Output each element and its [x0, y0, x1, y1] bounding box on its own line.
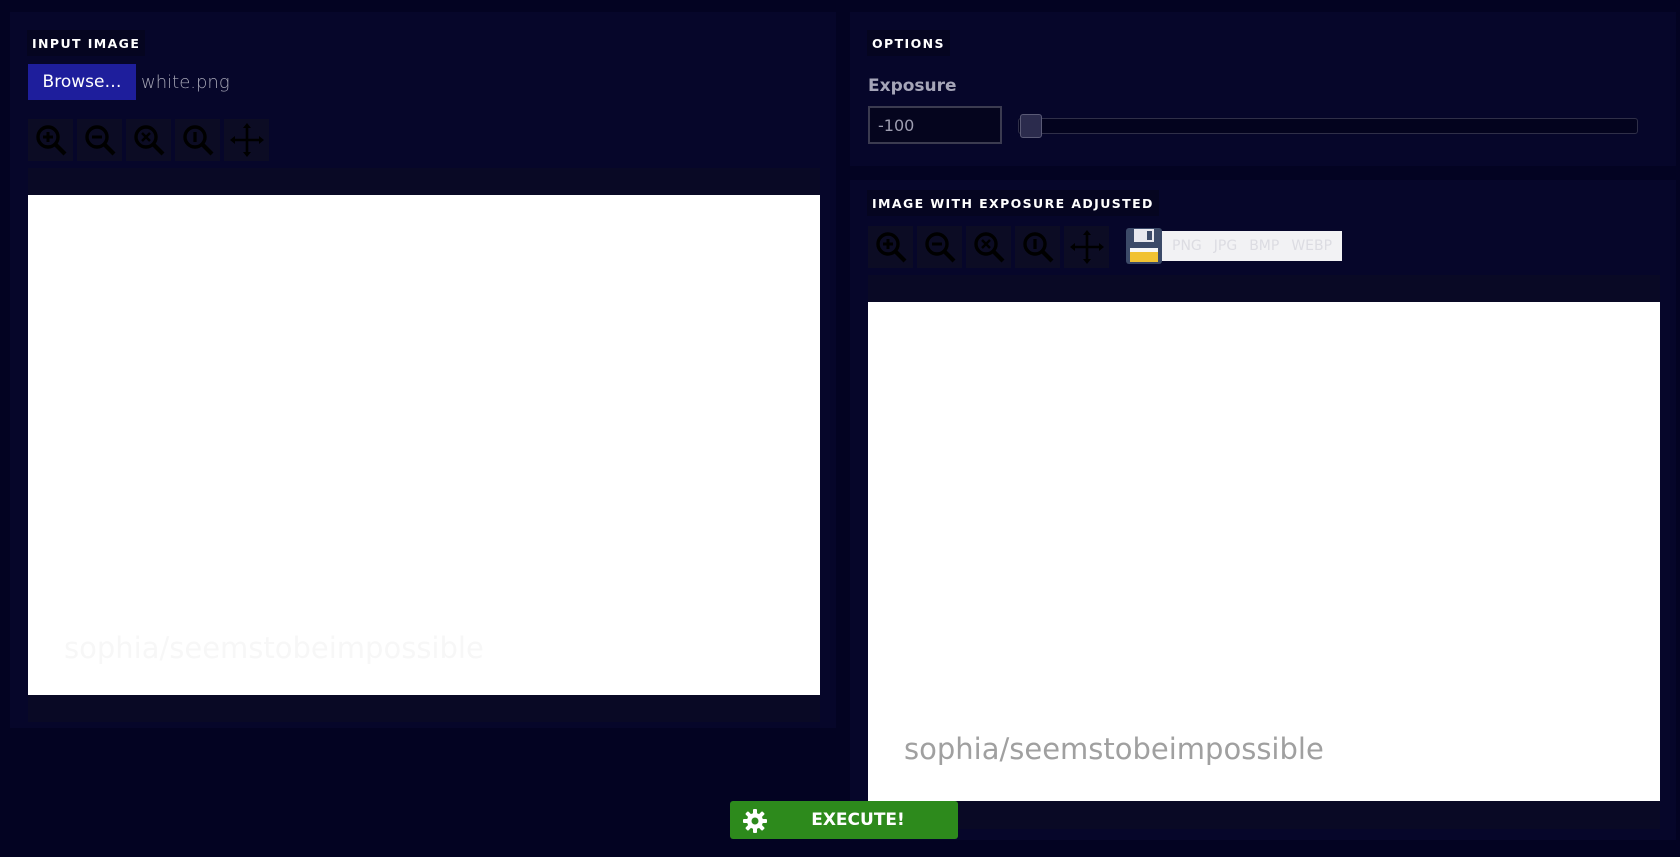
zoom-fit-icon[interactable] [966, 226, 1011, 268]
filename-label: white.png [141, 72, 230, 93]
input-image-title: INPUT IMAGE [27, 30, 146, 56]
zoom-in-icon[interactable] [868, 226, 913, 268]
output-toolbar [868, 226, 1109, 268]
format-selector: PNG JPG BMP WEBP [1162, 231, 1343, 261]
output-image-viewer: sophia/seemstobeimpossible [868, 275, 1660, 829]
zoom-out-icon[interactable] [77, 119, 122, 161]
input-toolbar [28, 119, 269, 161]
browse-button[interactable]: Browse… [28, 64, 136, 100]
output-watermark: sophia/seemstobeimpossible [904, 732, 1324, 766]
zoom-fit-icon[interactable] [126, 119, 171, 161]
format-bmp[interactable]: BMP [1243, 238, 1285, 254]
input-watermark: sophia/seemstobeimpossible [64, 631, 484, 665]
format-jpg[interactable]: JPG [1208, 238, 1243, 254]
input-image[interactable]: sophia/seemstobeimpossible [28, 195, 820, 695]
output-title: IMAGE WITH EXPOSURE ADJUSTED [867, 190, 1159, 216]
exposure-slider-track[interactable] [1018, 118, 1638, 134]
zoom-in-icon[interactable] [28, 119, 73, 161]
exposure-slider-thumb[interactable] [1020, 114, 1042, 138]
pan-icon[interactable] [1064, 226, 1109, 268]
zoom-reset-icon[interactable] [175, 119, 220, 161]
save-area: PNG JPG BMP WEBP [1124, 226, 1343, 266]
input-image-viewer: sophia/seemstobeimpossible [28, 168, 820, 722]
output-image[interactable]: sophia/seemstobeimpossible [868, 302, 1660, 801]
exposure-input[interactable] [868, 106, 1002, 144]
options-title: OPTIONS [867, 30, 950, 56]
pan-icon[interactable] [224, 119, 269, 161]
floppy-disk-icon[interactable] [1124, 226, 1164, 266]
zoom-out-icon[interactable] [917, 226, 962, 268]
format-png[interactable]: PNG [1166, 238, 1208, 254]
zoom-reset-icon[interactable] [1015, 226, 1060, 268]
exposure-label: Exposure [868, 76, 957, 96]
execute-button[interactable]: EXECUTE! [730, 801, 958, 839]
format-webp[interactable]: WEBP [1285, 238, 1338, 254]
execute-label: EXECUTE! [811, 810, 905, 830]
